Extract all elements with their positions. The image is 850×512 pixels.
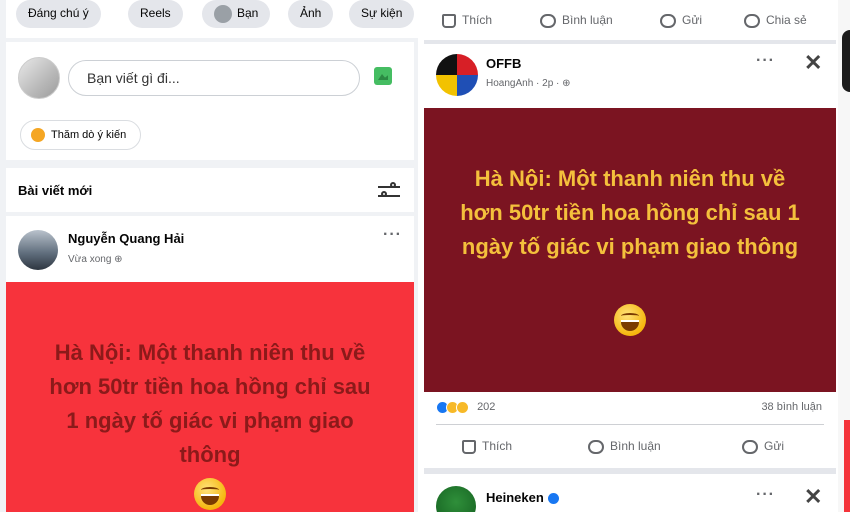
globe-icon: ⊕ <box>562 78 571 89</box>
chip-label: Đáng chú ý <box>28 6 89 20</box>
sweat-smile-emoji-icon <box>614 304 646 336</box>
left-phone-screen: Đáng chú ý Reels Bạn Ảnh Sự kiện Bạn viế… <box>0 0 418 512</box>
post-background: Hà Nội: Một thanh niên thu về hơn 50tr t… <box>424 108 836 392</box>
chip-photos[interactable]: Ảnh <box>288 0 334 28</box>
chip-featured[interactable]: Đáng chú ý <box>16 0 101 28</box>
post-text: Hà Nội: Một thanh niên thu về hơn 50tr t… <box>49 340 371 467</box>
like-label: Thích <box>482 439 513 453</box>
chip-label: Reels <box>140 6 171 20</box>
reaction-summary[interactable]: 202 <box>436 401 495 414</box>
like-button[interactable]: Thích <box>462 426 512 466</box>
new-posts-header: Bài viết mới <box>6 168 414 212</box>
send-label: Gửi <box>682 13 703 27</box>
more-options-icon[interactable]: ··· <box>756 52 775 70</box>
poll-label: Thăm dò ý kiến <box>51 129 127 141</box>
messenger-icon <box>742 439 758 454</box>
more-options-icon[interactable]: ··· <box>383 226 402 244</box>
author-avatar[interactable] <box>18 230 58 270</box>
prev-post-action-bar: Thích Bình luận Gửi Chia sẻ <box>424 0 836 40</box>
post-card: Nguyễn Quang Hải Vừa xong ⊕ ··· Hà Nội: … <box>6 216 414 512</box>
share-label: Chia sẻ <box>766 13 807 27</box>
composer-input[interactable]: Bạn viết gì đi... <box>68 60 360 96</box>
chip-label: Sự kiện <box>361 6 403 20</box>
edge-red-shape <box>844 420 850 512</box>
adjacent-screen-edge <box>838 0 850 512</box>
post-text: Hà Nội: Một thanh niên thu về hơn 50tr t… <box>460 166 800 259</box>
chip-label: Ảnh <box>300 6 322 20</box>
poll-button[interactable]: Thăm dò ý kiến <box>20 120 142 150</box>
post-card: OFFB HoangAnh · 2p · ⊕ ··· ✕ Hà Nội: Một… <box>424 44 836 468</box>
globe-icon: ⊕ <box>114 254 123 265</box>
right-phone-screen: Thích Bình luận Gửi Chia sẻ OFFB HoangAn… <box>424 0 836 512</box>
post-sub-text: HoangAnh · 2p · <box>486 78 560 89</box>
reaction-count: 202 <box>477 401 496 414</box>
chip-reels[interactable]: Reels <box>128 0 183 28</box>
comment-label: Bình luận <box>562 13 613 27</box>
like-button[interactable]: Thích <box>442 0 492 40</box>
poll-icon <box>31 128 45 143</box>
like-icon <box>462 439 476 454</box>
messenger-icon <box>660 13 676 28</box>
friend-avatar-icon <box>214 4 232 23</box>
edge-dark-shape <box>842 30 850 92</box>
like-label: Thích <box>462 13 493 27</box>
post-sub: HoangAnh · 2p · ⊕ <box>486 78 571 89</box>
sweat-smile-emoji-icon <box>194 478 226 510</box>
author-name-text: Heineken <box>486 490 544 505</box>
post-time: Vừa xong ⊕ <box>68 254 123 265</box>
chip-events[interactable]: Sự kiện <box>349 0 415 28</box>
comment-icon <box>540 13 556 28</box>
section-title: Bài viết mới <box>18 183 93 198</box>
share-button[interactable]: Chia sẻ <box>744 0 807 40</box>
send-button[interactable]: Gửi <box>742 426 784 466</box>
comment-button[interactable]: Bình luận <box>540 0 613 40</box>
page-avatar[interactable] <box>436 54 478 96</box>
share-icon <box>744 13 760 28</box>
comment-button[interactable]: Bình luận <box>588 426 661 466</box>
chip-label: Bạn <box>237 6 259 20</box>
close-icon[interactable]: ✕ <box>804 50 822 76</box>
comment-label: Bình luận <box>610 439 661 453</box>
filter-sliders-icon[interactable] <box>378 182 400 200</box>
send-label: Gửi <box>764 439 785 453</box>
page-avatar[interactable] <box>436 486 476 512</box>
next-post-card: Heineken ··· ✕ <box>424 474 836 512</box>
like-icon <box>442 13 456 28</box>
user-avatar[interactable] <box>18 57 60 99</box>
post-composer: Bạn viết gì đi... Thăm dò ý kiến <box>6 42 414 160</box>
comment-icon <box>588 439 604 454</box>
divider <box>436 424 824 425</box>
verified-badge-icon <box>547 493 559 505</box>
author-name[interactable]: Heineken <box>486 490 559 505</box>
post-background: Hà Nội: Một thanh niên thu về hơn 50tr t… <box>6 282 414 512</box>
close-icon[interactable]: ✕ <box>804 484 822 510</box>
chip-friends[interactable]: Bạn <box>202 0 271 28</box>
wow-reaction-icon <box>456 401 469 414</box>
comment-count[interactable]: 38 bình luận <box>761 401 822 413</box>
send-button[interactable]: Gửi <box>660 0 702 40</box>
filter-chips-row: Đáng chú ý Reels Bạn Ảnh Sự kiện <box>6 0 418 38</box>
more-options-icon[interactable]: ··· <box>756 486 775 504</box>
photo-icon[interactable] <box>374 67 392 85</box>
author-name[interactable]: OFFB <box>486 56 521 71</box>
author-name[interactable]: Nguyễn Quang Hải <box>68 231 184 246</box>
post-time-text: Vừa xong <box>68 254 112 265</box>
